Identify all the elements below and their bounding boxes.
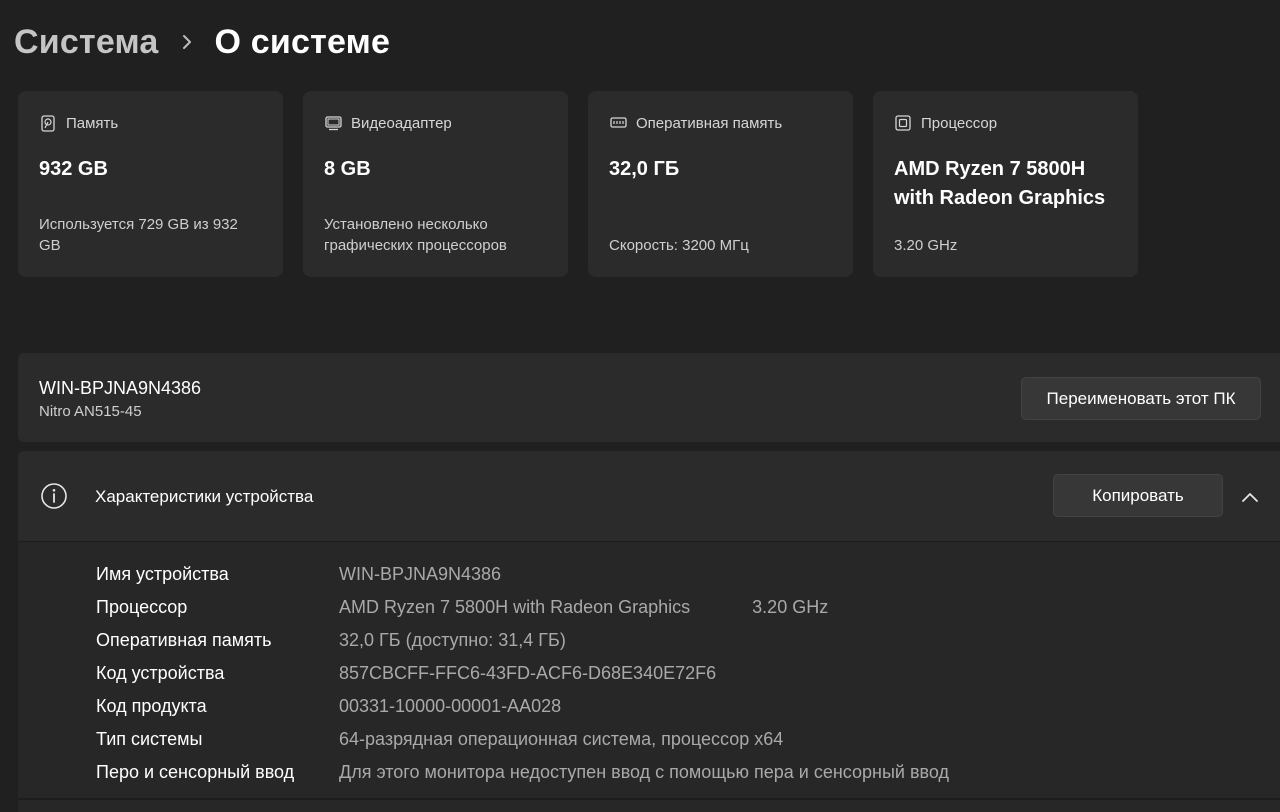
spec-value: 00331-10000-00001-AA028 bbox=[339, 696, 561, 717]
device-specs-panel: Характеристики устройства Копировать Имя… bbox=[18, 451, 1280, 812]
device-specs-list: Имя устройства WIN-BPJNA9N4386 Процессор… bbox=[96, 558, 949, 789]
settings-page: Система О системе Память 932 GB Использу… bbox=[0, 0, 1280, 812]
card-label: Процессор bbox=[921, 114, 998, 132]
spec-row-system-type: Тип системы 64-разрядная операционная си… bbox=[96, 723, 949, 756]
spec-row-product-id: Код продукта 00331-10000-00001-AA028 bbox=[96, 690, 949, 723]
card-label: Видеоадаптер bbox=[351, 114, 452, 132]
spec-value: 857CBCFF-FFC6-43FD-ACF6-D68E340E72F6 bbox=[339, 663, 716, 684]
breadcrumb-parent-system[interactable]: Система bbox=[14, 23, 159, 62]
card-ram[interactable]: Оперативная память 32,0 ГБ Скорость: 320… bbox=[588, 91, 853, 277]
card-storage[interactable]: Память 932 GB Используется 729 GB из 932… bbox=[18, 91, 283, 277]
spec-key: Перо и сенсорный ввод bbox=[96, 762, 295, 782]
spec-value-text: 64-разрядная операционная система, проце… bbox=[339, 729, 784, 749]
spec-value: 64-разрядная операционная система, проце… bbox=[339, 729, 783, 750]
breadcrumb: Система О системе bbox=[14, 18, 390, 66]
device-specs-title: Характеристики устройства bbox=[95, 487, 314, 506]
chevron-up-icon[interactable] bbox=[1238, 486, 1262, 510]
spec-value-clock: 3.20 GHz bbox=[752, 597, 829, 617]
spec-value-text: 857CBCFF-FFC6-43FD-ACF6-D68E340E72F6 bbox=[339, 663, 717, 683]
hard-drive-icon bbox=[39, 114, 57, 132]
device-name-row: WIN-BPJNA9N4386 Nitro AN515-45 Переимено… bbox=[18, 353, 1280, 442]
card-subtext: Скорость: 3200 МГц bbox=[609, 237, 749, 254]
device-specs-header[interactable]: Характеристики устройства Копировать bbox=[18, 451, 1280, 542]
copy-button[interactable]: Копировать bbox=[1053, 474, 1223, 517]
spec-value-text: AMD Ryzen 7 5800H with Radeon Graphics bbox=[339, 597, 691, 617]
card-value: 32,0 ГБ bbox=[609, 158, 680, 180]
spec-value: WIN-BPJNA9N4386 bbox=[339, 564, 501, 585]
spec-value: AMD Ryzen 7 5800H with Radeon Graphics 3… bbox=[339, 597, 828, 618]
spec-value-text: Для этого монитора недоступен ввод с пом… bbox=[339, 762, 949, 782]
spec-row-ram: Оперативная память 32,0 ГБ (доступно: 31… bbox=[96, 624, 949, 657]
card-cpu[interactable]: Процессор AMD Ryzen 7 5800H with Radeon … bbox=[873, 91, 1138, 277]
spec-value-text: 32,0 ГБ (доступно: 31,4 ГБ) bbox=[339, 630, 566, 650]
spec-row-pen-touch: Перо и сенсорный ввод Для этого монитора… bbox=[96, 756, 949, 789]
spec-value-text: WIN-BPJNA9N4386 bbox=[339, 564, 502, 584]
spec-key: Оперативная память bbox=[96, 630, 272, 650]
chevron-right-icon bbox=[159, 18, 215, 66]
spec-key: Код продукта bbox=[96, 696, 207, 716]
spec-key: Код устройства bbox=[96, 663, 225, 683]
spec-row-device-name: Имя устройства WIN-BPJNA9N4386 bbox=[96, 558, 949, 591]
card-subtext: Используется 729 GB из 932 GB bbox=[39, 216, 238, 254]
info-icon bbox=[40, 482, 68, 510]
summary-cards: Память 932 GB Используется 729 GB из 932… bbox=[18, 91, 1138, 277]
card-value: 8 GB bbox=[324, 158, 371, 180]
card-label: Оперативная память bbox=[636, 114, 783, 132]
rename-pc-button[interactable]: Переименовать этот ПК bbox=[1021, 377, 1261, 420]
card-value: 932 GB bbox=[39, 158, 108, 180]
monitor-icon bbox=[324, 114, 342, 132]
device-model: Nitro AN515-45 bbox=[39, 403, 142, 420]
cpu-icon bbox=[894, 114, 912, 132]
device-name: WIN-BPJNA9N4386 bbox=[39, 378, 202, 398]
spec-key: Тип системы bbox=[96, 729, 203, 749]
card-subtext: Установлено несколько графических процес… bbox=[324, 216, 507, 254]
spec-key: Процессор bbox=[96, 597, 188, 617]
page-title: О системе bbox=[214, 22, 391, 61]
spec-row-processor: Процессор AMD Ryzen 7 5800H with Radeon … bbox=[96, 591, 949, 624]
card-label: Память bbox=[66, 114, 119, 132]
spec-key: Имя устройства bbox=[96, 564, 229, 584]
card-subtext: 3.20 GHz bbox=[894, 237, 958, 254]
spec-value-text: 00331-10000-00001-AA028 bbox=[339, 696, 562, 716]
spec-value: Для этого монитора недоступен ввод с пом… bbox=[339, 762, 949, 783]
spec-row-device-id: Код устройства 857CBCFF-FFC6-43FD-ACF6-D… bbox=[96, 657, 949, 690]
memory-icon bbox=[609, 114, 627, 132]
card-value: AMD Ryzen 7 5800H with Radeon Graphics bbox=[894, 158, 1106, 209]
card-gpu[interactable]: Видеоадаптер 8 GB Установлено несколько … bbox=[303, 91, 568, 277]
spec-value: 32,0 ГБ (доступно: 31,4 ГБ) bbox=[339, 630, 566, 651]
divider bbox=[18, 798, 1280, 800]
